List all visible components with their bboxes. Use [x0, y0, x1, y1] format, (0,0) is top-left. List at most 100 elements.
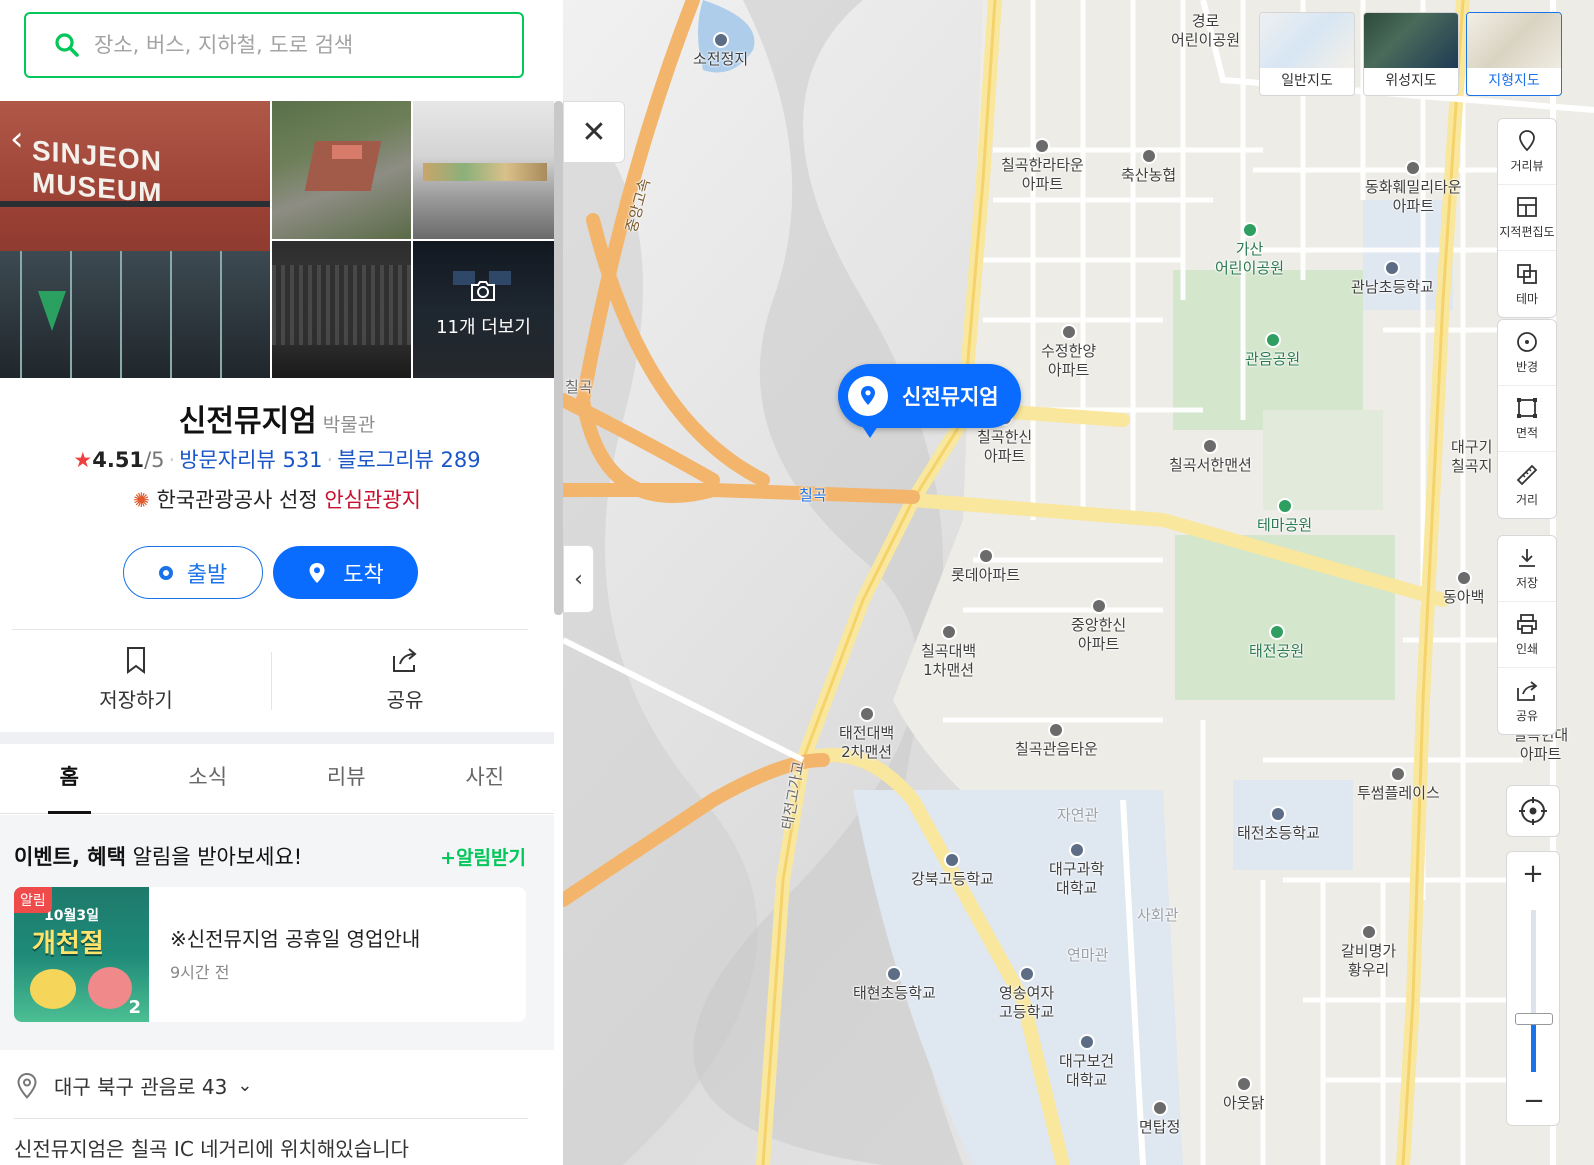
- plus-icon: +: [1522, 859, 1544, 889]
- tool-label: 거리: [1515, 492, 1539, 507]
- tab-news[interactable]: 소식: [139, 744, 278, 813]
- map-label[interactable]: 대구보건 대학교: [1059, 1034, 1114, 1090]
- address-row[interactable]: 대구 북구 관음로 43 ⌄: [14, 1071, 252, 1100]
- map-label[interactable]: 중앙한신 아파트: [1071, 598, 1126, 654]
- photo-more[interactable]: 11개 더보기: [413, 241, 554, 378]
- map-canvas[interactable]: 소전정지 경로 어린이공원 칠곡한라타운 아파트 축산농협 동화훼밀리타운 아파트 가…: [563, 0, 1594, 1165]
- map-type-satellite[interactable]: 위성지도: [1363, 12, 1459, 96]
- map-label[interactable]: 갈비명가 황우리: [1341, 924, 1396, 980]
- map-label[interactable]: 태전초등학교: [1237, 806, 1320, 843]
- download-button[interactable]: 저장: [1498, 536, 1556, 602]
- map-label[interactable]: 사회관: [1137, 906, 1178, 925]
- pin-icon: [309, 562, 325, 583]
- map-label[interactable]: 자연관: [1057, 806, 1098, 825]
- street-view-button[interactable]: 거리뷰: [1498, 119, 1556, 185]
- map-label[interactable]: 태현초등학교: [853, 966, 936, 1003]
- distance-button[interactable]: 거리: [1498, 452, 1556, 518]
- map-label[interactable]: 동아백: [1443, 570, 1484, 607]
- zoom-in-button[interactable]: +: [1507, 852, 1559, 896]
- map-label[interactable]: 칠곡한라타운 아파트: [1001, 138, 1084, 194]
- map-label[interactable]: 가산 어린이공원: [1215, 222, 1284, 278]
- map-label[interactable]: 강북고등학교: [911, 852, 994, 889]
- back-chevron-icon[interactable]: ‹: [10, 119, 24, 159]
- subscribe-alert-button[interactable]: +알림받기: [440, 843, 526, 870]
- poi-icon: [1034, 138, 1051, 154]
- separator-dot: ·: [326, 448, 334, 472]
- poi-icon: [1078, 1034, 1095, 1050]
- panel-scrollbar[interactable]: [554, 101, 563, 615]
- minus-icon: −: [1523, 1086, 1545, 1116]
- notification-headline: 이벤트, 혜택 알림을 받아보세요!: [14, 841, 302, 871]
- text-wall: [272, 265, 411, 345]
- photo-aerial[interactable]: [272, 101, 411, 239]
- photo-exhibit-wall[interactable]: [272, 241, 411, 378]
- area-button[interactable]: 면적: [1498, 386, 1556, 452]
- tool-label: 반경: [1515, 360, 1539, 374]
- close-panel-button[interactable]: ✕: [563, 101, 625, 163]
- tool-label: 지적편집도: [1499, 225, 1555, 239]
- map-label[interactable]: 경로 어린이공원: [1171, 12, 1240, 50]
- badge-text: 한국관광공사 선정: [156, 488, 318, 512]
- photo-exhibit-hall[interactable]: [413, 101, 554, 239]
- map-label[interactable]: 태전대백 2차맨션: [839, 706, 894, 762]
- save-button[interactable]: 저장하기: [6, 646, 266, 713]
- map-label[interactable]: 관음공원: [1245, 332, 1300, 369]
- map-label[interactable]: 칠곡대백 1차맨션: [921, 624, 976, 680]
- search-box[interactable]: [24, 12, 524, 78]
- zoom-out-button[interactable]: −: [1507, 1077, 1561, 1125]
- map-label[interactable]: 영송여자 고등학교: [999, 966, 1054, 1022]
- map-label[interactable]: 대구기 칠곡지: [1451, 438, 1492, 476]
- photo-gallery: SINJEON MUSEUM ‹ 11개 더보기: [0, 101, 554, 378]
- poi-icon: [858, 706, 875, 722]
- main-photo[interactable]: SINJEON MUSEUM ‹: [0, 101, 270, 378]
- print-button[interactable]: 인쇄: [1498, 602, 1556, 668]
- map-label[interactable]: 롯데아파트: [951, 548, 1020, 585]
- divider: [12, 629, 528, 630]
- map-type-normal[interactable]: 일반지도: [1259, 12, 1355, 96]
- map-label[interactable]: 수정한양 아파트: [1041, 324, 1096, 380]
- map-label[interactable]: 면탑정: [1139, 1100, 1180, 1137]
- map-label[interactable]: 축산농협: [1121, 148, 1176, 185]
- tab-reviews[interactable]: 리뷰: [277, 744, 416, 813]
- map-label-text: 태현초등학교: [853, 984, 936, 1002]
- map-label[interactable]: 테마공원: [1257, 498, 1312, 535]
- search-input[interactable]: [94, 33, 494, 57]
- map-label[interactable]: 칠곡서한맨션: [1169, 438, 1252, 475]
- visitor-reviews-link[interactable]: 방문자리뷰 531: [179, 448, 322, 472]
- thumb-title: 개천절: [32, 929, 104, 959]
- map-label[interactable]: 대구과학 대학교: [1049, 842, 1104, 898]
- news-time: 9시간 전: [170, 963, 230, 982]
- radius-button[interactable]: 반경: [1498, 320, 1556, 386]
- zoom-slider-handle[interactable]: [1515, 1012, 1553, 1025]
- rating-max: /5: [144, 448, 165, 472]
- blog-reviews-link[interactable]: 블로그리뷰 289: [337, 448, 480, 472]
- map-label[interactable]: 칠곡관음타운: [1015, 722, 1098, 759]
- map-label[interactable]: 아웃닭: [1223, 1076, 1264, 1113]
- start-button[interactable]: 출발: [123, 546, 263, 599]
- map-label-text: 칠곡한신 아파트: [977, 428, 1033, 465]
- share-button[interactable]: 공유: [275, 646, 535, 713]
- collapse-panel-button[interactable]: ‹: [563, 545, 594, 613]
- map-label-text: 태전공원: [1249, 642, 1305, 660]
- news-card[interactable]: 10월3일 개천절 알림 2 ※신전뮤지엄 공휴일 영업안내 9시간 전: [14, 887, 526, 1022]
- my-location-button[interactable]: [1506, 785, 1560, 837]
- tab-photos[interactable]: 사진: [416, 744, 555, 813]
- map-type-thumb: [1260, 13, 1354, 68]
- map-label[interactable]: 투썸플레이스: [1357, 766, 1440, 803]
- map-label-text: 칠곡: [565, 378, 593, 396]
- map-type-terrain[interactable]: 지형지도: [1466, 12, 1562, 96]
- map-label[interactable]: 소전정지: [693, 32, 748, 69]
- tab-home[interactable]: 홈: [0, 744, 139, 814]
- map-label[interactable]: 관남초등학교: [1351, 260, 1434, 297]
- map-label[interactable]: 연마관: [1067, 946, 1108, 965]
- place-marker[interactable]: 신전뮤지엄: [838, 364, 1021, 438]
- theme-button[interactable]: 테마: [1498, 251, 1556, 317]
- cadastral-map-button[interactable]: 지적편집도: [1498, 185, 1556, 251]
- arrive-button[interactable]: 도착: [273, 546, 418, 599]
- map-label[interactable]: 동화훼밀리타운 아파트: [1365, 160, 1462, 216]
- map-label-text: 사회관: [1137, 906, 1179, 924]
- map-share-button[interactable]: 공유: [1498, 668, 1556, 734]
- map-label[interactable]: 칠곡: [799, 486, 827, 505]
- map-label[interactable]: 태전공원: [1249, 624, 1304, 661]
- directions-text: 신전뮤지엄은 칠곡 IC 네거리에 위치해있습니다: [14, 1137, 409, 1161]
